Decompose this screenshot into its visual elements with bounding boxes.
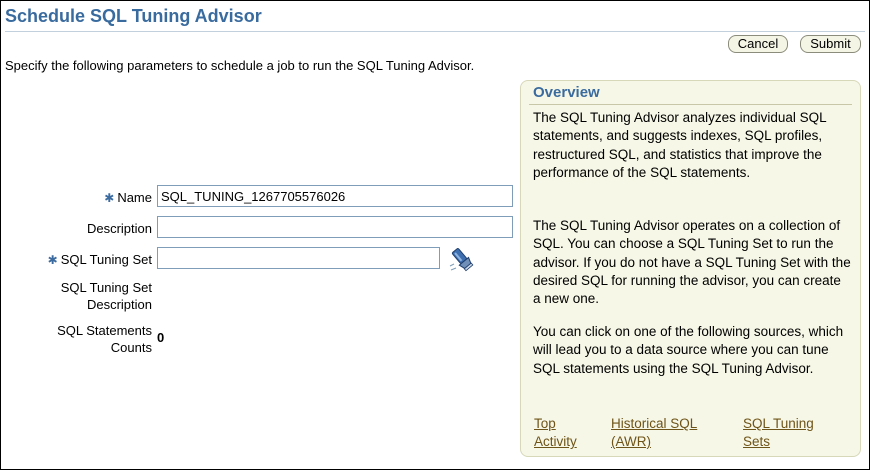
overview-paragraph-2: The SQL Tuning Advisor operates on a col… xyxy=(533,218,851,307)
top-activity-link[interactable]: Top Activity xyxy=(534,415,577,452)
overview-divider xyxy=(529,104,852,105)
name-label: Name xyxy=(117,190,152,205)
page-title: Schedule SQL Tuning Advisor xyxy=(5,6,262,26)
sql-tuning-sets-link[interactable]: SQL Tuning Sets xyxy=(743,415,814,452)
title-divider xyxy=(5,31,865,32)
sts-description-label: SQL Tuning Set Description xyxy=(60,280,152,312)
cancel-button[interactable]: Cancel xyxy=(728,35,788,53)
flashlight-search-icon[interactable] xyxy=(447,244,477,274)
historical-sql-awr-link[interactable]: Historical SQL (AWR) xyxy=(611,415,697,452)
required-icon: ✱ xyxy=(47,253,58,267)
overview-paragraph-1: The SQL Tuning Advisor analyzes individu… xyxy=(533,110,827,180)
name-label-row: ✱ Name xyxy=(104,189,152,207)
overview-paragraph-3: You can click on one of the following so… xyxy=(533,324,844,376)
name-input[interactable] xyxy=(157,185,513,207)
overview-title: Overview xyxy=(533,84,600,101)
description-label: Description xyxy=(86,221,152,236)
overview-panel: Overview The SQL Tuning Advisor analyzes… xyxy=(520,80,861,457)
description-input[interactable] xyxy=(157,216,513,238)
sts-label-row: ✱ SQL Tuning Set xyxy=(48,251,152,269)
sts-label: SQL Tuning Set xyxy=(60,252,152,267)
statement-count-label: SQL Statements Counts xyxy=(57,323,152,355)
submit-button[interactable]: Submit xyxy=(800,35,861,53)
required-icon: ✱ xyxy=(104,191,115,205)
statement-count-value: 0 xyxy=(157,330,165,345)
sql-tuning-set-input[interactable] xyxy=(157,247,440,269)
intro-text: Specify the following parameters to sche… xyxy=(5,58,475,73)
